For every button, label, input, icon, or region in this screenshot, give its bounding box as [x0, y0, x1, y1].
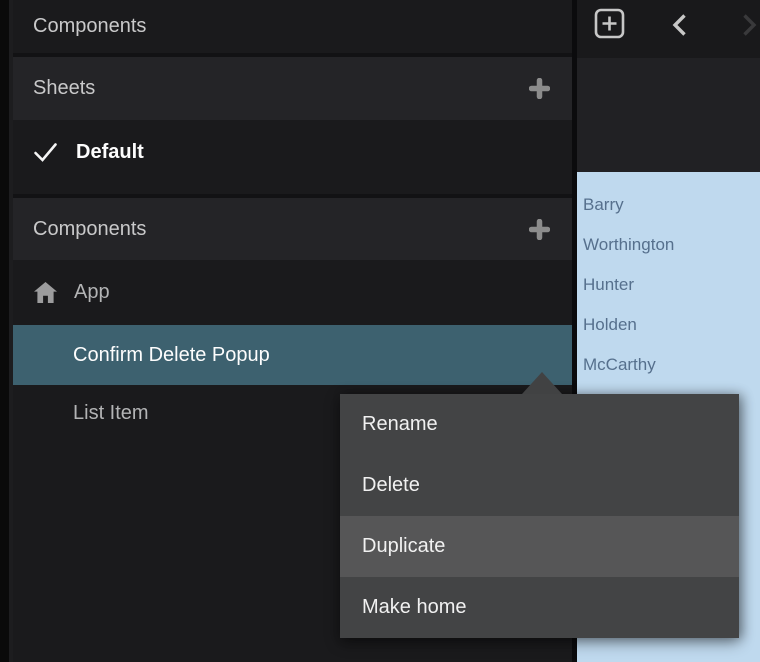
- previous-sheet-button[interactable]: [671, 13, 687, 37]
- plus-icon: [529, 78, 550, 99]
- home-icon: [33, 281, 58, 304]
- plus-icon: [529, 219, 550, 240]
- list-item-name: Worthington: [583, 235, 674, 255]
- list-item[interactable]: Worthington: [577, 225, 760, 265]
- menu-item-label: Make home: [362, 596, 467, 619]
- components-section-label: Components: [33, 218, 146, 241]
- context-menu-caret: [522, 372, 562, 394]
- component-item-confirm-delete-popup[interactable]: Confirm Delete Popup: [13, 325, 572, 385]
- menu-item-label: Duplicate: [362, 535, 445, 558]
- menu-item-label: Delete: [362, 474, 420, 497]
- sheet-item-label: Default: [76, 141, 144, 164]
- menu-item-make-home[interactable]: Make home: [340, 577, 739, 638]
- new-sheet-button[interactable]: [594, 8, 625, 39]
- chevron-right-icon: [742, 13, 758, 37]
- list-item[interactable]: Hunter: [577, 265, 760, 305]
- preview-toolbar: [577, 0, 760, 58]
- component-item-label: List Item: [73, 402, 149, 425]
- component-context-menu: Rename Delete Duplicate Make home: [340, 394, 739, 638]
- list-item[interactable]: McCarthy: [577, 345, 760, 385]
- component-item-label: App: [74, 281, 110, 304]
- list-item-name: Hunter: [583, 275, 634, 295]
- panel-title: Components: [13, 0, 572, 53]
- component-item-label: Confirm Delete Popup: [73, 344, 270, 367]
- components-section-header: Components: [13, 194, 572, 260]
- chevron-left-icon: [671, 13, 687, 37]
- add-sheet-button[interactable]: [528, 78, 550, 100]
- menu-item-label: Rename: [362, 413, 438, 436]
- list-item-name: Barry: [583, 195, 624, 215]
- next-sheet-button[interactable]: [742, 13, 758, 37]
- component-item-app[interactable]: App: [13, 260, 572, 325]
- plus-square-icon: [594, 8, 625, 39]
- list-item-name: McCarthy: [583, 355, 656, 375]
- list-item[interactable]: Holden: [577, 305, 760, 345]
- list-item-name: Holden: [583, 315, 637, 335]
- menu-item-rename[interactable]: Rename: [340, 394, 739, 455]
- menu-item-duplicate[interactable]: Duplicate: [340, 516, 739, 577]
- menu-item-delete[interactable]: Delete: [340, 455, 739, 516]
- checkmark-icon: [33, 142, 58, 163]
- left-edge-rail: [0, 0, 9, 662]
- sheets-section-header: Sheets: [13, 53, 572, 120]
- sheets-section-label: Sheets: [33, 77, 95, 100]
- list-item[interactable]: Barry: [577, 185, 760, 225]
- panel-title-label: Components: [33, 15, 146, 38]
- add-component-button[interactable]: [528, 218, 550, 240]
- sheet-item-default[interactable]: Default: [13, 122, 572, 182]
- app-window: Components Sheets Default Components: [0, 0, 760, 662]
